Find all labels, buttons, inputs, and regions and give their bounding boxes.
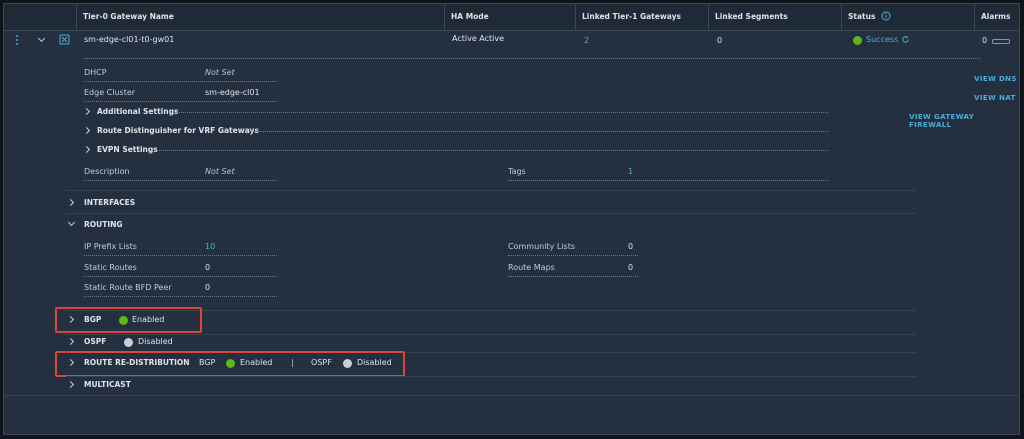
community-lists-label: Community Lists [508, 242, 575, 251]
chevron-right-icon [66, 198, 75, 207]
routing-label: ROUTING [84, 220, 123, 229]
section-divider [66, 334, 916, 335]
col-header-name[interactable]: Tier-0 Gateway Name [76, 4, 444, 30]
kebab-icon-dot [16, 43, 18, 45]
table-bottom-border [4, 395, 1019, 396]
divider [157, 150, 828, 151]
divider [84, 101, 277, 102]
table-header: Tier-0 Gateway Name HA Mode Linked Tier-… [4, 4, 1019, 31]
chevron-right-icon [66, 380, 75, 389]
divider [508, 180, 828, 181]
col-header-status[interactable]: Status [841, 4, 974, 30]
chevron-right-icon [82, 126, 91, 135]
dhcp-value: Not Set [205, 68, 235, 77]
dhcp-label: DHCP [84, 68, 107, 77]
edge-cluster-value: sm-edge-cl01 [205, 88, 260, 97]
linked-segments-value: 0 [717, 36, 723, 45]
description-value: Not Set [205, 167, 235, 176]
col-header-ha-mode[interactable]: HA Mode [444, 4, 575, 30]
ospf-status-icon [124, 338, 133, 347]
kebab-icon[interactable] [16, 35, 18, 37]
community-lists-value: 0 [628, 242, 634, 251]
multicast-label: MULTICAST [84, 380, 131, 389]
tags-label: Tags [508, 167, 526, 176]
ip-prefix-label: IP Prefix Lists [84, 242, 137, 251]
status-success-icon [853, 36, 862, 45]
chevron-down-icon [67, 218, 76, 227]
divider [84, 81, 277, 82]
chevron-right-icon [66, 337, 75, 346]
divider [84, 255, 277, 256]
additional-settings-label: Additional Settings [97, 107, 179, 116]
col-header-linked-tier1[interactable]: Linked Tier-1 Gateways [575, 4, 708, 30]
kebab-icon-dot [16, 39, 18, 41]
static-routes-value: 0 [205, 263, 211, 272]
view-dns-button[interactable]: VIEW DNS [974, 75, 1017, 83]
edge-cluster-label: Edge Cluster [84, 88, 136, 97]
gateway-table: Tier-0 Gateway Name HA Mode Linked Tier-… [3, 3, 1020, 435]
linked-tier1-link[interactable]: 2 [584, 36, 589, 46]
section-divider [66, 376, 916, 377]
gateway-name[interactable]: sm-edge-cl01-t0-gw01 [84, 35, 174, 45]
interfaces-label: INTERFACES [84, 198, 136, 207]
alarm-bar [992, 39, 1010, 44]
highlight-box [55, 307, 202, 333]
divider [84, 276, 277, 277]
col-header-status-label: Status [848, 12, 876, 21]
view-nat-button[interactable]: VIEW NAT [974, 94, 1016, 102]
divider [173, 112, 828, 113]
bfd-peer-value: 0 [205, 283, 211, 292]
description-label: Description [84, 167, 130, 176]
chevron-right-icon [82, 145, 91, 154]
divider [84, 296, 277, 297]
evpn-settings-label: EVPN Settings [97, 145, 158, 154]
row-divider [84, 58, 980, 59]
section-divider [66, 190, 916, 191]
col-header-linked-segments[interactable]: Linked Segments [708, 4, 841, 30]
route-maps-value: 0 [628, 263, 634, 272]
divider [508, 276, 638, 277]
divider [84, 180, 277, 181]
route-distinguisher-label: Route Distinguisher for VRF Gateways [97, 126, 259, 135]
chevron-down-icon[interactable] [37, 34, 46, 43]
section-divider [66, 213, 916, 214]
bfd-peer-label: Static Route BFD Peer [84, 283, 172, 292]
ha-mode-value: Active Active [452, 34, 505, 43]
divider [246, 131, 828, 132]
alarms-count: 0 [982, 36, 988, 45]
divider [508, 255, 638, 256]
static-routes-label: Static Routes [84, 263, 137, 272]
view-gateway-firewall-button[interactable]: VIEW GATEWAY FIREWALL [909, 113, 1019, 129]
status-badge: Success [866, 35, 899, 44]
tags-link[interactable]: 1 [628, 167, 633, 177]
col-header-alarms[interactable]: Alarms [974, 4, 1019, 30]
ospf-status: Disabled [138, 337, 173, 346]
route-maps-label: Route Maps [508, 263, 555, 272]
ospf-label: OSPF [84, 337, 107, 346]
gateway-icon [59, 34, 70, 45]
info-icon[interactable] [881, 11, 891, 21]
chevron-right-icon [82, 107, 91, 116]
highlight-box [55, 351, 405, 377]
ip-prefix-link[interactable]: 10 [205, 242, 215, 252]
refresh-icon[interactable] [901, 35, 910, 44]
